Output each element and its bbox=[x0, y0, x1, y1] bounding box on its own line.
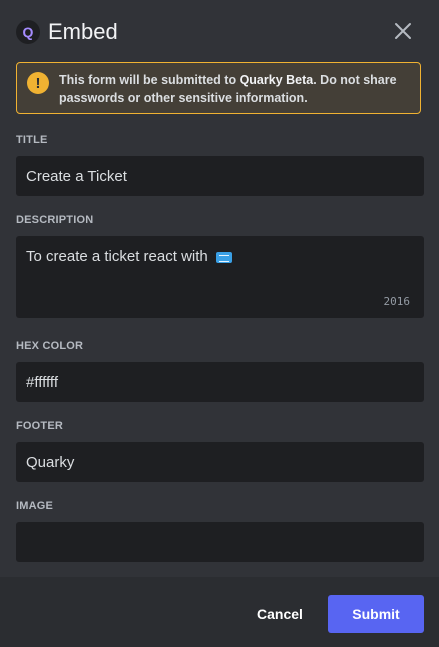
modal-title: Embed bbox=[48, 19, 118, 44]
title-label: TITLE bbox=[16, 134, 48, 146]
description-value: To create a ticket react with bbox=[26, 248, 208, 265]
embed-modal: Q Embed ! This form will be submitted to… bbox=[0, 0, 439, 647]
title-input[interactable]: Create a Ticket bbox=[16, 156, 424, 196]
image-label: IMAGE bbox=[16, 500, 54, 512]
footer-input[interactable]: Quarky bbox=[16, 442, 424, 482]
image-input[interactable] bbox=[16, 522, 424, 562]
cancel-button[interactable]: Cancel bbox=[240, 595, 320, 633]
hex-color-input[interactable]: #ffffff bbox=[16, 362, 424, 402]
submit-button[interactable]: Submit bbox=[328, 595, 424, 633]
modal-footer: Cancel Submit bbox=[0, 577, 439, 647]
app-icon: Q bbox=[16, 20, 40, 44]
description-textarea[interactable]: To create a ticket react with 2016 bbox=[16, 236, 424, 318]
warning-app-name: Quarky Beta bbox=[239, 73, 314, 87]
footer-label: FOOTER bbox=[16, 420, 64, 432]
warning-banner: ! This form will be submitted to Quarky … bbox=[16, 62, 421, 114]
ticket-emoji-icon bbox=[215, 251, 232, 263]
hex-color-label: HEX COLOR bbox=[16, 340, 84, 352]
modal-header: Q Embed bbox=[16, 17, 423, 47]
close-button[interactable] bbox=[391, 19, 415, 43]
description-label: DESCRIPTION bbox=[16, 214, 94, 226]
character-count: 2016 bbox=[383, 295, 411, 308]
warning-text: This form will be submitted to Quarky Be… bbox=[59, 73, 397, 105]
close-icon bbox=[395, 23, 411, 39]
exclamation-icon: ! bbox=[27, 72, 49, 94]
